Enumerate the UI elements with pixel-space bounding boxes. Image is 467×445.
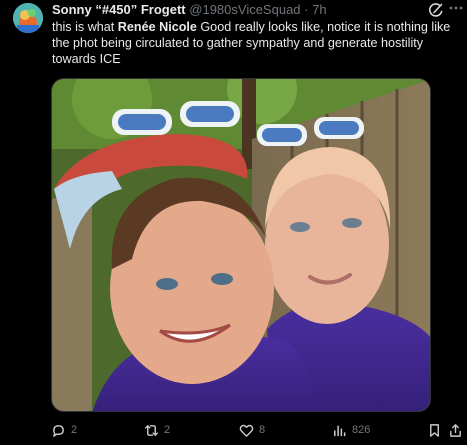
mentioned-name: Renée Nicole xyxy=(117,20,197,34)
views-icon xyxy=(334,425,346,436)
separator-dot: · xyxy=(304,2,309,17)
tweet-text: this is what Renée Nicole Good really lo… xyxy=(52,19,460,67)
tweet: Sonny “#450” Frogett @1980sViceSquad · 7… xyxy=(0,0,467,445)
bookmark-button[interactable] xyxy=(427,420,447,440)
tweet-photo[interactable] xyxy=(51,78,431,412)
share-icon xyxy=(450,423,461,437)
grok-icon[interactable] xyxy=(428,2,444,18)
reply-icon xyxy=(53,424,64,437)
repost-button[interactable]: 2 xyxy=(144,420,170,440)
view-count: 826 xyxy=(352,424,371,436)
reply-button[interactable]: 2 xyxy=(51,420,77,440)
views-button[interactable]: 826 xyxy=(332,420,370,440)
action-bar: 2 2 8 826 xyxy=(48,420,463,442)
tweet-header: Sonny “#450” Frogett @1980sViceSquad · 7… xyxy=(52,2,432,18)
like-button[interactable]: 8 xyxy=(239,420,265,440)
reply-count: 2 xyxy=(71,424,78,436)
repost-count: 2 xyxy=(164,424,171,436)
share-button[interactable] xyxy=(448,420,467,440)
user-handle[interactable]: @1980sViceSquad xyxy=(189,2,300,17)
heart-icon xyxy=(239,424,254,437)
more-icon[interactable] xyxy=(448,0,464,18)
timestamp[interactable]: 7h xyxy=(312,2,326,17)
tweet-text-start: this is what xyxy=(52,20,118,34)
bookmark-icon xyxy=(430,423,439,437)
repost-icon xyxy=(144,424,159,436)
like-count: 8 xyxy=(259,424,266,436)
avatar[interactable] xyxy=(13,3,43,33)
display-name[interactable]: Sonny “#450” Frogett xyxy=(52,2,186,17)
